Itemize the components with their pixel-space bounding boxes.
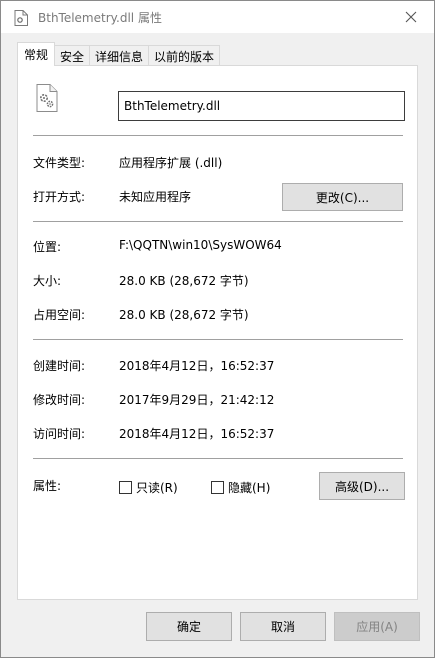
window-title: BthTelemetry.dll 属性 <box>38 11 162 25</box>
size-on-disk-value: 28.0 KB (28,672 字节) <box>119 308 249 322</box>
modified-value: 2017年9月29日，21:42:12 <box>119 393 275 407</box>
close-button[interactable] <box>388 1 434 33</box>
location-label: 位置: <box>33 240 62 254</box>
opens-with-value: 未知应用程序 <box>119 190 192 204</box>
hidden-checkbox-label: 隐藏(H) <box>228 481 271 495</box>
gear-file-icon <box>36 84 58 112</box>
accessed-label: 访问时间: <box>33 427 86 441</box>
modified-label: 修改时间: <box>33 393 86 407</box>
accessed-value: 2018年4月12日，16:52:37 <box>119 427 275 441</box>
dll-file-icon <box>14 10 28 26</box>
tab-details[interactable]: 详细信息 <box>89 45 150 66</box>
readonly-checkbox[interactable]: 只读(R) <box>119 479 178 496</box>
size-on-disk-label: 占用空间: <box>33 308 86 322</box>
tab-general[interactable]: 常规 <box>17 42 56 66</box>
tab-previous-versions[interactable]: 以前的版本 <box>148 45 221 66</box>
attributes-label: 属性: <box>33 479 62 493</box>
title-bar[interactable]: BthTelemetry.dll 属性 <box>1 1 434 33</box>
divider <box>33 221 403 222</box>
advanced-button[interactable]: 高级(D)... <box>319 472 405 500</box>
close-icon <box>405 11 417 23</box>
change-button[interactable]: 更改(C)... <box>282 183 403 211</box>
opens-with-label: 打开方式: <box>33 190 86 204</box>
tab-security[interactable]: 安全 <box>54 45 91 66</box>
divider <box>33 458 403 459</box>
hidden-checkbox[interactable]: 隐藏(H) <box>211 479 270 496</box>
readonly-checkbox-box[interactable] <box>119 481 132 494</box>
ok-button[interactable]: 确定 <box>146 612 232 641</box>
created-label: 创建时间: <box>33 359 86 373</box>
properties-dialog: BthTelemetry.dll 属性 常规 安全 详细信息 以前的版本 文件类… <box>0 0 435 658</box>
size-value: 28.0 KB (28,672 字节) <box>119 274 249 288</box>
file-type-value: 应用程序扩展 (.dll) <box>119 156 223 170</box>
location-value: F:\QQTN\win10\SysWOW64 <box>119 238 282 252</box>
size-label: 大小: <box>33 274 62 288</box>
divider <box>33 135 403 136</box>
tab-strip: 常规 安全 详细信息 以前的版本 <box>17 42 221 66</box>
cancel-button[interactable]: 取消 <box>240 612 326 641</box>
created-value: 2018年4月12日，16:52:37 <box>119 359 275 373</box>
hidden-checkbox-box[interactable] <box>211 481 224 494</box>
divider <box>33 339 403 340</box>
apply-button[interactable]: 应用(A) <box>334 612 420 641</box>
general-tab-panel: 文件类型: 应用程序扩展 (.dll) 打开方式: 未知应用程序 更改(C)..… <box>17 65 418 600</box>
file-type-label: 文件类型: <box>33 156 86 170</box>
file-name-field[interactable] <box>118 91 405 121</box>
readonly-checkbox-label: 只读(R) <box>136 481 178 495</box>
